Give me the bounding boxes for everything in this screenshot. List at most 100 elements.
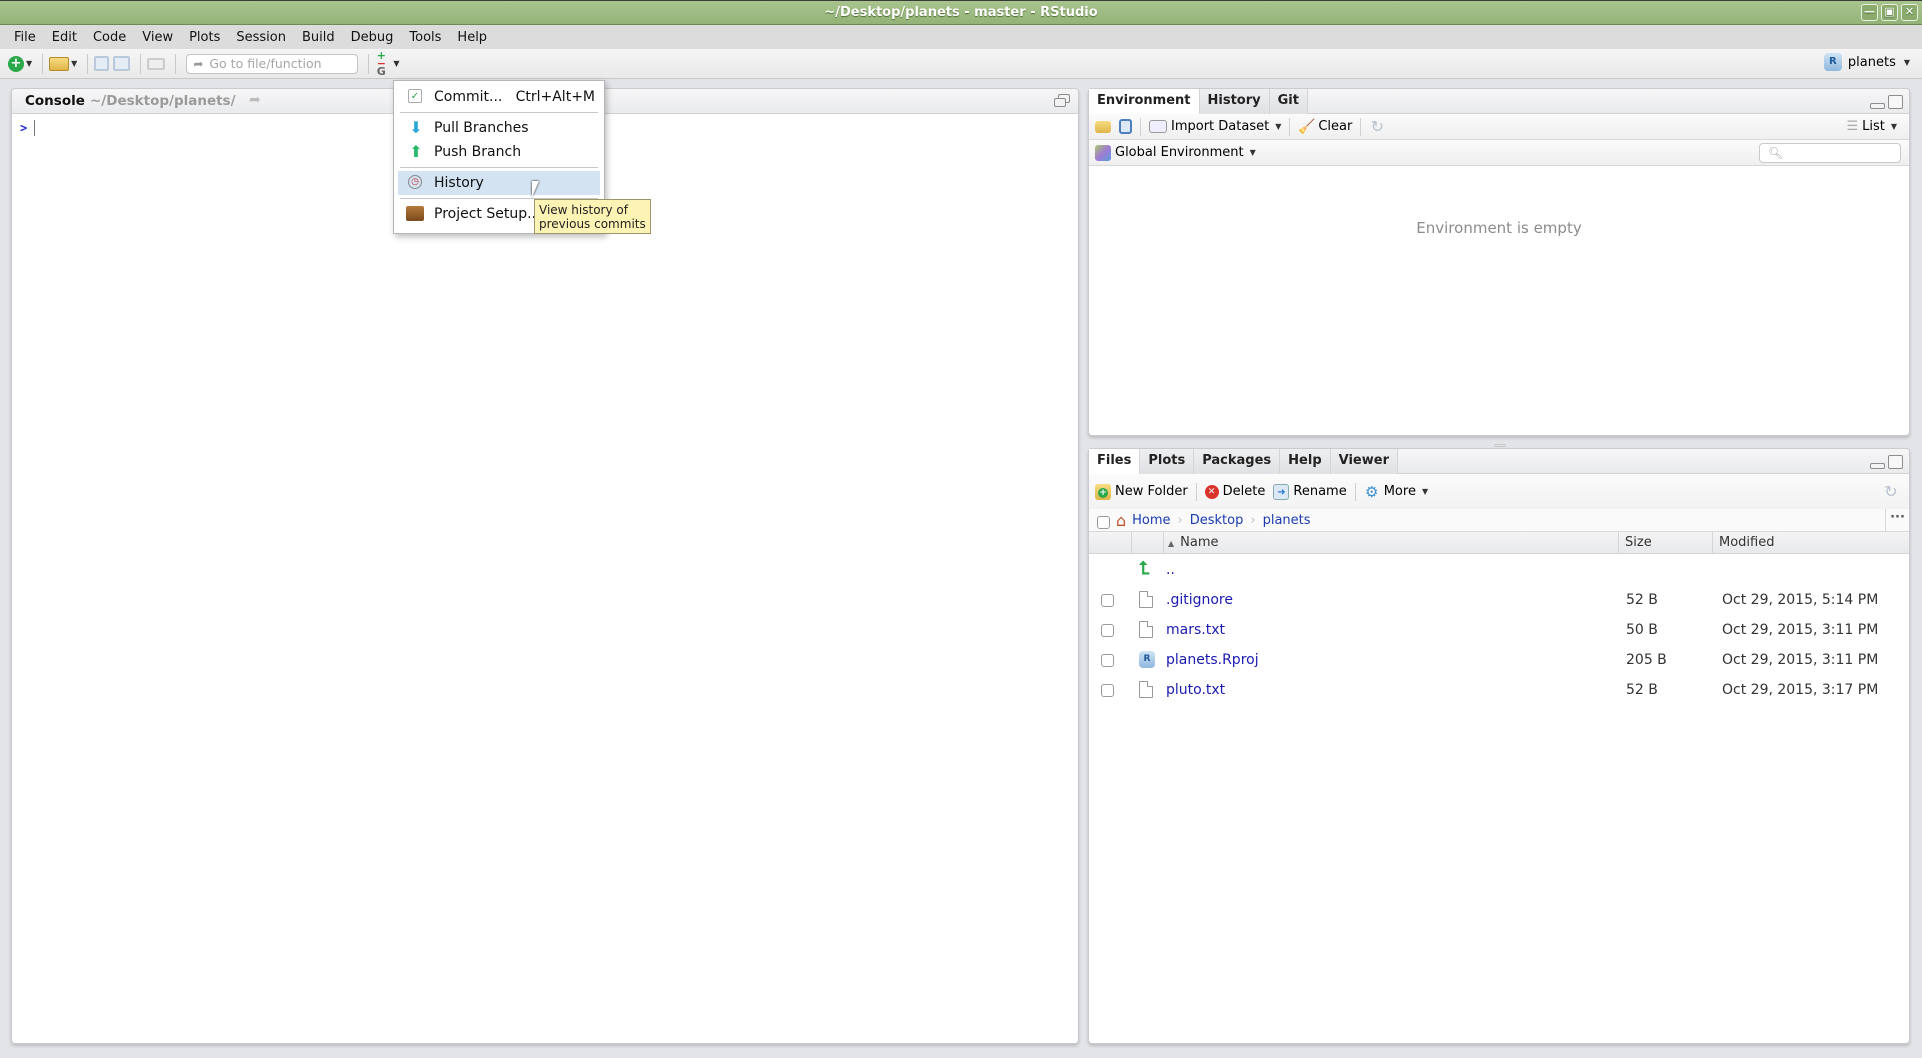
environment-search-input[interactable]: 🔍︎ <box>1759 143 1901 163</box>
go-to-directory-icon[interactable]: ➦ <box>249 92 261 108</box>
parent-directory-row[interactable]: ⮤ .. <box>1089 556 1909 586</box>
save-button[interactable] <box>94 53 110 75</box>
file-size: 50 B <box>1626 622 1658 638</box>
select-all-checkbox[interactable] <box>1097 515 1110 529</box>
clear-label: Clear <box>1318 119 1353 134</box>
more-button[interactable]: ⚙ More ▼ <box>1364 484 1428 500</box>
file-checkbox[interactable] <box>1101 684 1114 697</box>
parent-directory-link[interactable]: .. <box>1166 562 1175 578</box>
menu-tools[interactable]: Tools <box>401 30 449 45</box>
header-size[interactable]: Size <box>1619 532 1713 554</box>
file-name[interactable]: mars.txt <box>1166 622 1225 638</box>
refresh-files-button[interactable]: ↻ <box>1883 483 1899 500</box>
menu-plots[interactable]: Plots <box>181 30 228 45</box>
view-mode-button[interactable]: ☰ List ▼ <box>1846 119 1897 134</box>
minimize-pane-icon[interactable] <box>1870 103 1885 109</box>
more-path-button[interactable]: ··· <box>1885 509 1909 531</box>
menu-item-history[interactable]: ◷ History <box>398 171 600 195</box>
menu-item-push-branch[interactable]: ⬆ Push Branch <box>398 140 600 164</box>
tab-plots[interactable]: Plots <box>1140 449 1195 474</box>
window-titlebar: ~/Desktop/planets - master - RStudio — ▣… <box>0 0 1922 25</box>
restore-button[interactable]: ▣ <box>1881 4 1898 21</box>
breadcrumb-planets[interactable]: planets <box>1263 513 1311 528</box>
tab-git[interactable]: Git <box>1269 89 1308 114</box>
header-name[interactable]: ▲ Name <box>1164 532 1619 554</box>
menu-separator <box>400 112 598 113</box>
file-icon <box>1139 591 1153 608</box>
console-input[interactable]: > <box>12 114 1078 1043</box>
chevron-down-icon: ▼ <box>1275 122 1282 131</box>
toolbar-divider <box>368 53 370 74</box>
file-name[interactable]: .gitignore <box>1166 592 1233 608</box>
close-button[interactable]: ✕ <box>1901 4 1918 21</box>
menu-build[interactable]: Build <box>294 30 343 45</box>
breadcrumb-home[interactable]: Home <box>1132 513 1170 528</box>
menu-edit[interactable]: Edit <box>44 30 85 45</box>
chevron-down-icon: ▼ <box>1903 57 1910 67</box>
menu-file[interactable]: File <box>6 30 44 45</box>
console-path: ~/Desktop/planets/ <box>90 93 236 109</box>
file-row: mars.txt 50 B Oct 29, 2015, 3:11 PM <box>1089 616 1909 646</box>
environment-scope-bar: Global Environment ▼ 🔍︎ <box>1089 140 1909 166</box>
tab-environment[interactable]: Environment <box>1089 89 1200 115</box>
open-file-button[interactable]: ▼ <box>49 53 77 75</box>
toolbar-divider <box>140 53 142 74</box>
menu-session[interactable]: Session <box>228 30 294 45</box>
import-dataset-button[interactable]: Import Dataset ▼ <box>1149 119 1281 134</box>
rename-button[interactable]: ➜ Rename <box>1273 483 1347 500</box>
broom-icon: 🧹 <box>1298 118 1316 135</box>
pane-splitter[interactable] <box>1494 444 1506 447</box>
menu-item-pull-branches[interactable]: ⬇ Pull Branches <box>398 116 600 140</box>
delete-button[interactable]: ✕ Delete <box>1204 484 1265 499</box>
menu-debug[interactable]: Debug <box>343 30 402 45</box>
toolbar-divider <box>175 53 177 74</box>
file-checkbox[interactable] <box>1101 624 1114 637</box>
minimize-button[interactable]: — <box>1861 4 1878 21</box>
menu-code[interactable]: Code <box>85 30 134 45</box>
project-menu-button[interactable]: R planets ▼ <box>1823 53 1910 71</box>
new-file-button[interactable]: + ▼ <box>8 53 32 75</box>
maximize-pane-icon[interactable] <box>1888 455 1903 469</box>
header-modified[interactable]: Modified <box>1713 532 1909 554</box>
home-icon[interactable]: ⌂ <box>1116 511 1126 530</box>
environment-pane: Environment History Git Import Dataset ▼… <box>1088 88 1910 436</box>
minimize-pane-icon[interactable] <box>1870 463 1885 469</box>
menu-help[interactable]: Help <box>449 30 495 45</box>
tab-files[interactable]: Files <box>1089 449 1141 475</box>
file-row: .gitignore 52 B Oct 29, 2015, 5:14 PM <box>1089 586 1909 616</box>
menu-view[interactable]: View <box>134 30 181 45</box>
file-size: 205 B <box>1626 652 1667 668</box>
file-modified: Oct 29, 2015, 3:11 PM <box>1722 652 1879 668</box>
file-name[interactable]: pluto.txt <box>1166 682 1225 698</box>
window-title: ~/Desktop/planets - master - RStudio <box>824 5 1098 20</box>
rename-label: Rename <box>1293 484 1347 499</box>
breadcrumb-desktop[interactable]: Desktop <box>1190 513 1244 528</box>
git-menu-button[interactable]: + − G ▼ <box>375 50 400 77</box>
clear-workspace-button[interactable]: 🧹 Clear <box>1298 119 1352 135</box>
environment-empty-message: Environment is empty <box>1416 219 1582 237</box>
print-button[interactable] <box>147 53 166 75</box>
save-workspace-button[interactable] <box>1119 119 1132 134</box>
tab-help[interactable]: Help <box>1280 449 1331 474</box>
chevron-down-icon: ▼ <box>393 59 400 68</box>
restore-pane-icon[interactable] <box>1054 94 1070 107</box>
scope-dropdown[interactable]: Global Environment ▼ <box>1095 144 1256 161</box>
file-checkbox[interactable] <box>1101 654 1114 667</box>
file-checkbox[interactable] <box>1101 594 1114 607</box>
tab-packages[interactable]: Packages <box>1194 449 1281 474</box>
tab-history[interactable]: History <box>1199 89 1270 114</box>
tab-viewer[interactable]: Viewer <box>1330 449 1398 474</box>
new-folder-button[interactable]: + New Folder <box>1095 483 1188 500</box>
goto-file-input[interactable]: ➦ Go to file/function <box>186 53 359 74</box>
load-workspace-button[interactable] <box>1095 120 1111 133</box>
save-all-button[interactable] <box>113 53 131 75</box>
save-icon <box>1119 119 1132 134</box>
refresh-button[interactable]: ↻ <box>1369 118 1385 135</box>
environment-toolbar: Import Dataset ▼ 🧹 Clear ↻ ☰ List ▼ <box>1089 114 1909 140</box>
console-title: Console <box>25 93 85 109</box>
file-name[interactable]: planets.Rproj <box>1166 652 1259 668</box>
save-icon <box>94 56 110 71</box>
menu-item-commit[interactable]: ✓ Commit... Ctrl+Alt+M <box>398 85 600 109</box>
environment-icon <box>1095 144 1111 161</box>
maximize-pane-icon[interactable] <box>1888 95 1903 109</box>
